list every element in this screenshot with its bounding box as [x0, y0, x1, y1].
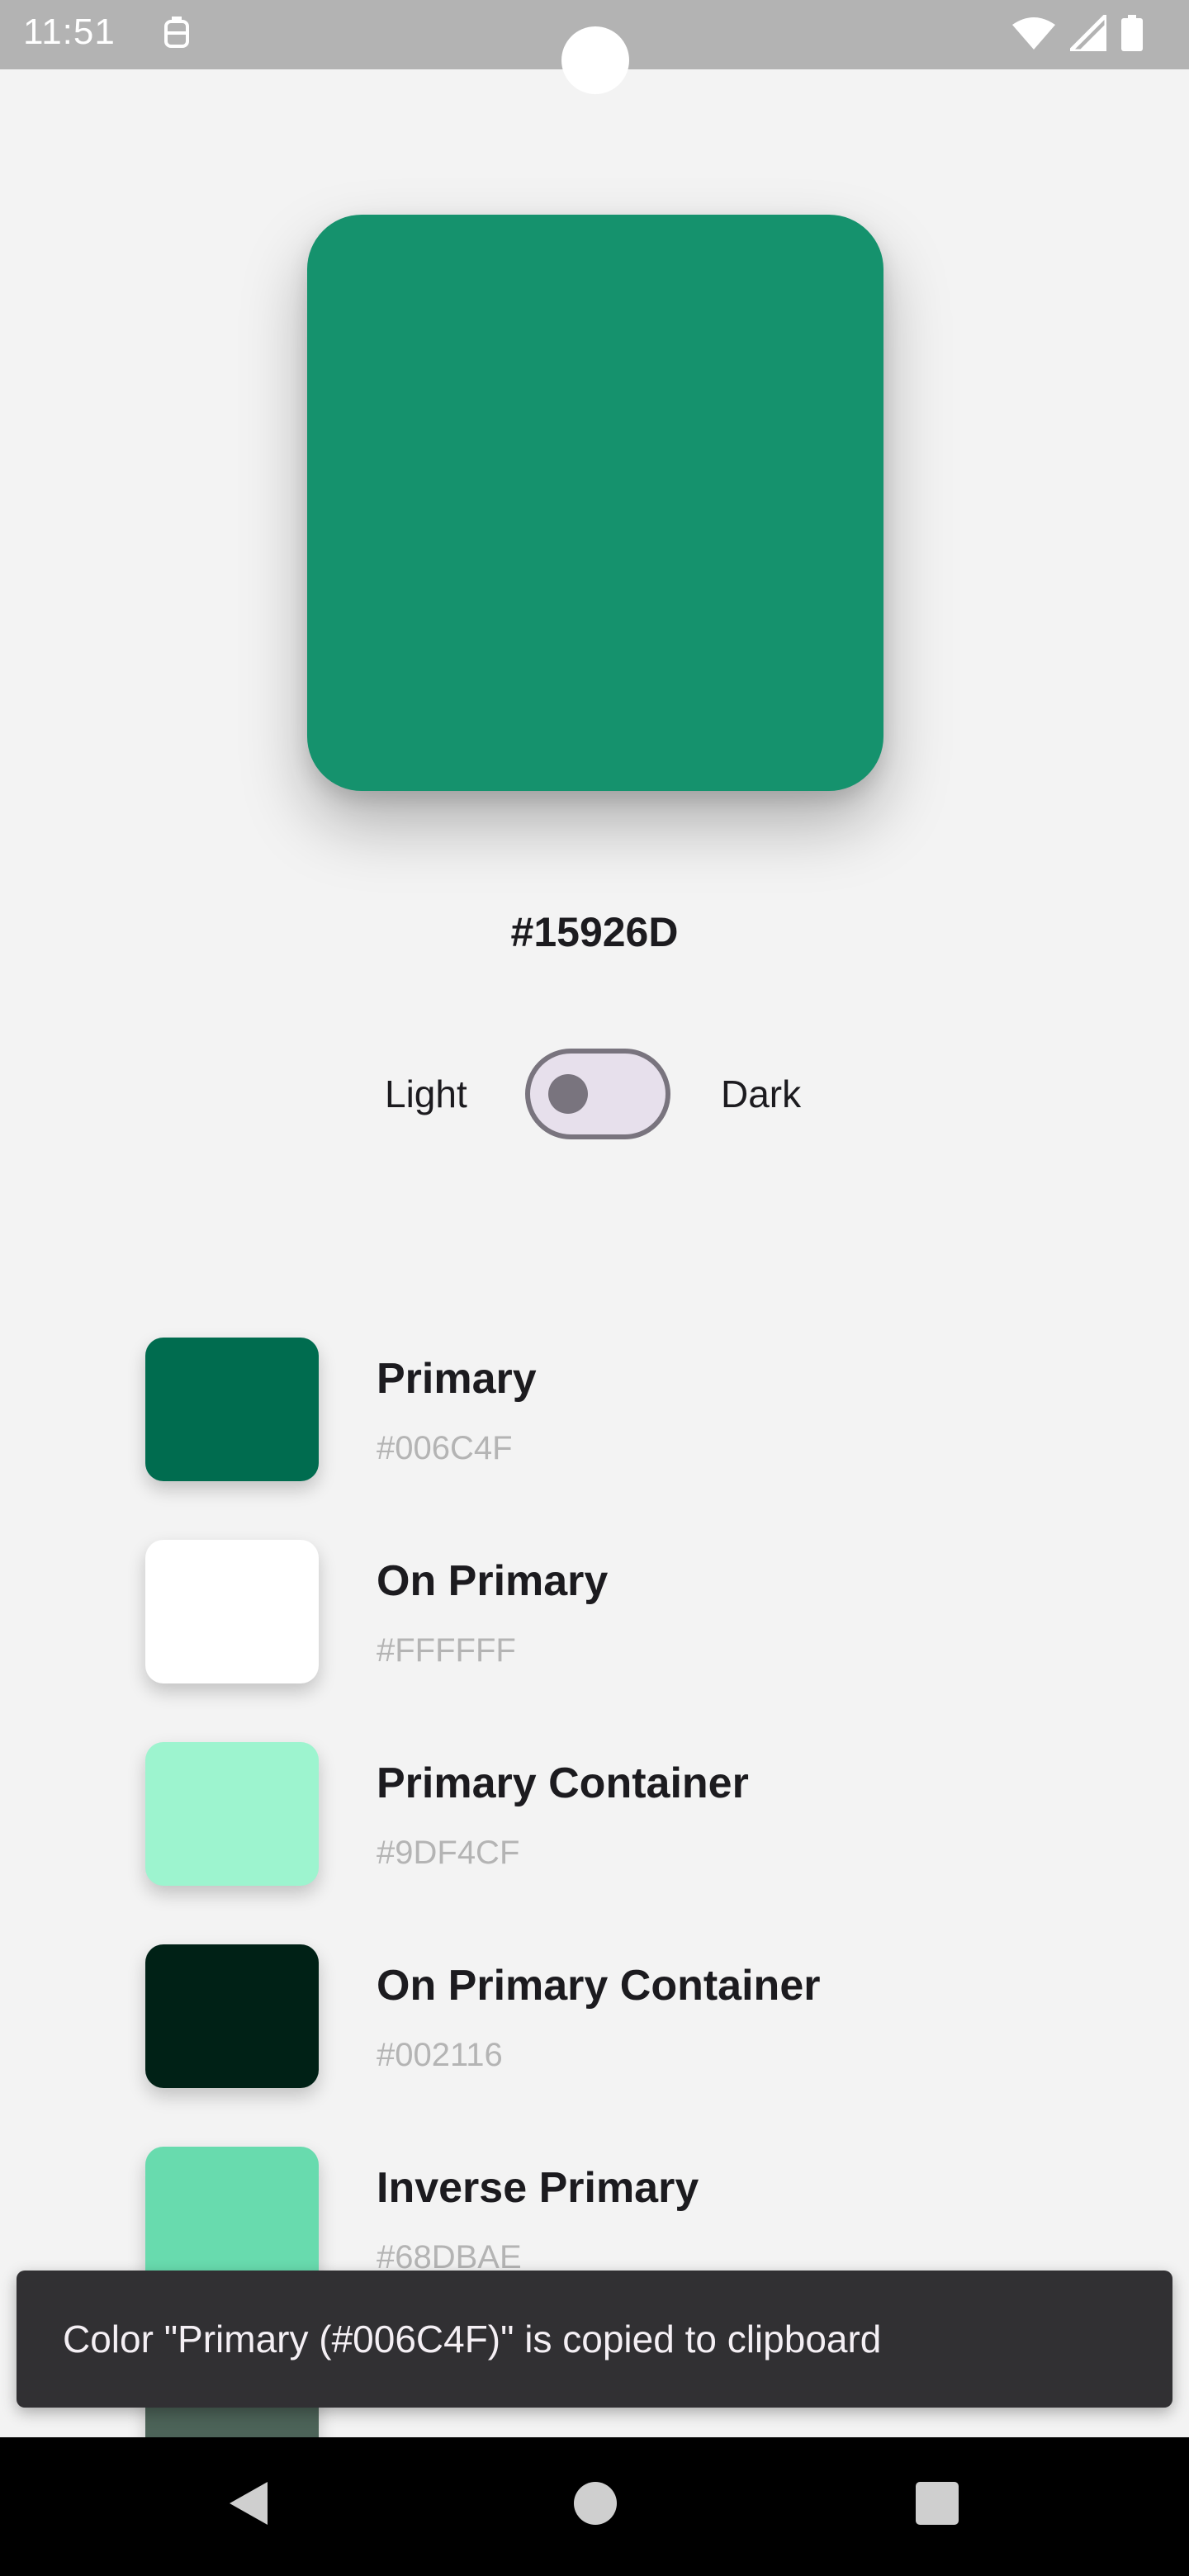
color-role-item[interactable]: Primary Container #9DF4CF — [0, 1742, 1189, 1907]
role-swatch — [145, 1742, 319, 1886]
role-name: Primary Container — [377, 1759, 749, 1807]
home-icon[interactable] — [573, 2479, 618, 2532]
back-icon[interactable] — [225, 2479, 271, 2532]
snackbar-message: Color "Primary (#006C4F)" is copied to c… — [63, 2318, 882, 2361]
role-swatch — [145, 1338, 319, 1481]
role-swatch — [145, 1540, 319, 1683]
role-swatch — [145, 1944, 319, 2088]
role-hex: #006C4F — [377, 1430, 513, 1466]
role-name: Inverse Primary — [377, 2164, 699, 2212]
dark-label: Dark — [721, 1073, 802, 1115]
role-swatch — [145, 2147, 319, 2290]
theme-toggle-row: Light Dark — [0, 1049, 1189, 1141]
navigation-bar — [0, 2437, 1189, 2576]
hero-color-swatch[interactable] — [307, 215, 883, 791]
hero-hex-label[interactable]: #15926D — [0, 908, 1189, 956]
color-role-item[interactable]: Primary #006C4F — [0, 1338, 1189, 1503]
role-name: On Primary Container — [377, 1962, 821, 2010]
theme-switch[interactable] — [525, 1049, 670, 1139]
role-hex: #002116 — [377, 2037, 503, 2073]
switch-thumb — [548, 1074, 588, 1114]
battery-icon — [1121, 15, 1143, 55]
role-name: Primary — [377, 1355, 537, 1403]
status-time: 11:51 — [23, 12, 116, 52]
signal-icon — [1064, 9, 1109, 55]
color-role-item[interactable]: On Primary Container #002116 — [0, 1944, 1189, 2110]
notification-icon — [162, 17, 192, 57]
light-label: Light — [385, 1073, 467, 1115]
color-role-item[interactable]: On Primary #FFFFFF — [0, 1540, 1189, 1705]
role-hex: #FFFFFF — [377, 1632, 516, 1669]
status-icons — [1012, 9, 1143, 55]
role-hex: #9DF4CF — [377, 1835, 520, 1871]
camera-cutout — [561, 26, 629, 94]
snackbar: Color "Primary (#006C4F)" is copied to c… — [17, 2271, 1172, 2408]
recents-icon[interactable] — [915, 2479, 959, 2532]
role-name: On Primary — [377, 1557, 609, 1605]
wifi-icon — [1012, 17, 1055, 55]
